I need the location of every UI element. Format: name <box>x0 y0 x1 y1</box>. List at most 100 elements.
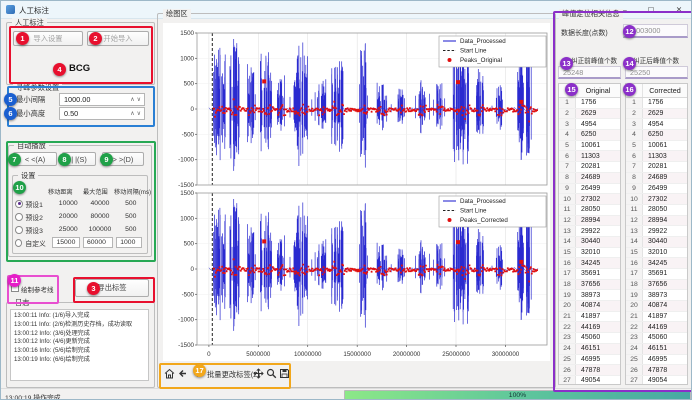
table-row[interactable]: 611303 <box>626 151 687 162</box>
table-row[interactable]: 2244169 <box>626 322 687 333</box>
forward-icon[interactable] <box>190 367 203 380</box>
custom-input[interactable]: 60000 <box>83 237 113 248</box>
table-row[interactable]: 1634245 <box>626 258 687 269</box>
table-row[interactable]: 926499 <box>559 184 620 195</box>
before-count-input[interactable]: 25248 <box>558 66 621 79</box>
row-value: 24689 <box>643 174 687 181</box>
table-row[interactable]: 720281 <box>626 162 687 173</box>
table-row[interactable]: 824689 <box>559 173 620 184</box>
row-index: 19 <box>626 290 643 300</box>
table-row[interactable]: 1735691 <box>626 269 687 280</box>
min-interval-spinbox[interactable]: 1000.00 ∧∨ <box>59 93 145 106</box>
import-settings-button[interactable]: 导入设置 <box>13 31 83 46</box>
table-row[interactable]: 2749054 <box>559 376 620 385</box>
table-row[interactable]: 22629 <box>626 109 687 120</box>
min-height-spinbox[interactable]: 0.50 ∧∨ <box>59 107 145 120</box>
start-import-button[interactable]: 开始导入 <box>87 31 149 46</box>
signal-charts[interactable]: 150010005000-500-1000-1500Data_Processed… <box>157 11 555 363</box>
table-row[interactable]: 1329922 <box>559 226 620 237</box>
export-labels-button[interactable]: 导出标签 <box>75 279 149 297</box>
table-row[interactable]: 2647878 <box>626 365 687 376</box>
table-row[interactable]: 2040874 <box>626 301 687 312</box>
table-row[interactable]: 46250 <box>559 130 620 141</box>
data-length-input[interactable]: 33003000 <box>623 24 688 38</box>
table-row[interactable]: 2546995 <box>559 355 620 366</box>
custom-input[interactable]: 1000 <box>116 237 142 248</box>
table-row[interactable]: 2244169 <box>559 322 620 333</box>
table-row[interactable]: 2040874 <box>559 301 620 312</box>
table-row[interactable]: 22629 <box>559 109 620 120</box>
preset-radio[interactable] <box>15 213 23 221</box>
table-row[interactable]: 2141897 <box>559 312 620 323</box>
table-row[interactable]: 2446151 <box>559 344 620 355</box>
table-row[interactable]: 1938973 <box>626 290 687 301</box>
table-row[interactable]: 1634245 <box>559 258 620 269</box>
corrected-peaks-table[interactable]: Corrected1175622629349544625051006161130… <box>625 83 688 385</box>
spin-down-icon[interactable]: ∨ <box>137 96 141 103</box>
table-row[interactable]: 2446151 <box>626 344 687 355</box>
save-icon[interactable] <box>278 367 291 380</box>
table-row[interactable]: 2647878 <box>559 365 620 376</box>
autoplay-pause-button[interactable]: | |(S) <box>62 152 96 166</box>
after-count-label: 纠正后峰值个数 <box>633 55 679 65</box>
table-row[interactable]: 1228994 <box>559 216 620 227</box>
table-row[interactable]: 1128050 <box>626 205 687 216</box>
preset-radio[interactable] <box>15 200 23 208</box>
table-row[interactable]: 34954 <box>626 119 687 130</box>
row-index: 20 <box>559 301 576 311</box>
original-peaks-table[interactable]: Original11756226293495446250510061611303… <box>558 83 621 385</box>
table-row[interactable]: 1837656 <box>559 280 620 291</box>
table-row[interactable]: 510061 <box>626 141 687 152</box>
table-row[interactable]: 2141897 <box>626 312 687 323</box>
table-row[interactable]: 2749054 <box>626 376 687 385</box>
home-icon[interactable] <box>163 367 176 380</box>
autoplay-forward-button[interactable]: > >(D) <box>102 152 144 166</box>
row-value: 35691 <box>643 270 687 277</box>
table-row[interactable]: 1329922 <box>626 226 687 237</box>
table-row[interactable]: 2345060 <box>559 333 620 344</box>
row-value: 24689 <box>576 174 620 181</box>
table-row[interactable]: 1735691 <box>559 269 620 280</box>
table-row[interactable]: 926499 <box>626 184 687 195</box>
preset-row: 预设22000080000500 <box>15 210 145 223</box>
table-row[interactable]: 1430440 <box>559 237 620 248</box>
preset-radio[interactable] <box>15 226 23 234</box>
row-index: 9 <box>626 184 643 194</box>
row-value: 30440 <box>643 238 687 245</box>
autoplay-back-button[interactable]: < <(A) <box>13 152 57 166</box>
custom-input[interactable]: 15000 <box>52 237 80 248</box>
table-row[interactable]: 611303 <box>559 151 620 162</box>
svg-text:15000000: 15000000 <box>343 351 371 358</box>
table-row[interactable]: 720281 <box>559 162 620 173</box>
spin-down-icon[interactable]: ∨ <box>137 110 141 117</box>
table-row[interactable]: 1027302 <box>626 194 687 205</box>
table-row[interactable]: 46250 <box>626 130 687 141</box>
table-row[interactable]: 1228994 <box>626 216 687 227</box>
table-row[interactable]: 1837656 <box>626 280 687 291</box>
table-row[interactable]: 11756 <box>559 98 620 109</box>
zoom-icon[interactable] <box>265 367 278 380</box>
log-area[interactable]: 13:00:11 Info: (1/6)导入完成13:00:11 Info: (… <box>10 309 149 381</box>
row-index: 11 <box>626 205 643 215</box>
table-row[interactable]: 824689 <box>626 173 687 184</box>
spin-up-icon[interactable]: ∧ <box>130 110 134 117</box>
table-row[interactable]: 2546995 <box>626 355 687 366</box>
table-row[interactable]: 1128050 <box>559 205 620 216</box>
table-row[interactable]: 1532010 <box>559 248 620 259</box>
table-row[interactable]: 34954 <box>559 119 620 130</box>
after-count-input[interactable]: 25250 <box>625 66 688 79</box>
back-icon[interactable] <box>177 367 190 380</box>
table-row[interactable]: 1027302 <box>559 194 620 205</box>
row-value: 28050 <box>643 206 687 213</box>
reference-line-checkbox[interactable] <box>11 284 19 292</box>
table-row[interactable]: 1938973 <box>559 290 620 301</box>
table-row[interactable]: 510061 <box>559 141 620 152</box>
table-row[interactable]: 11756 <box>626 98 687 109</box>
pan-icon[interactable] <box>252 367 265 380</box>
spin-up-icon[interactable]: ∧ <box>130 96 134 103</box>
preset-radio[interactable] <box>15 239 22 247</box>
table-row[interactable]: 2345060 <box>626 333 687 344</box>
table-row[interactable]: 1430440 <box>626 237 687 248</box>
row-value: 4954 <box>643 121 687 128</box>
table-row[interactable]: 1532010 <box>626 248 687 259</box>
